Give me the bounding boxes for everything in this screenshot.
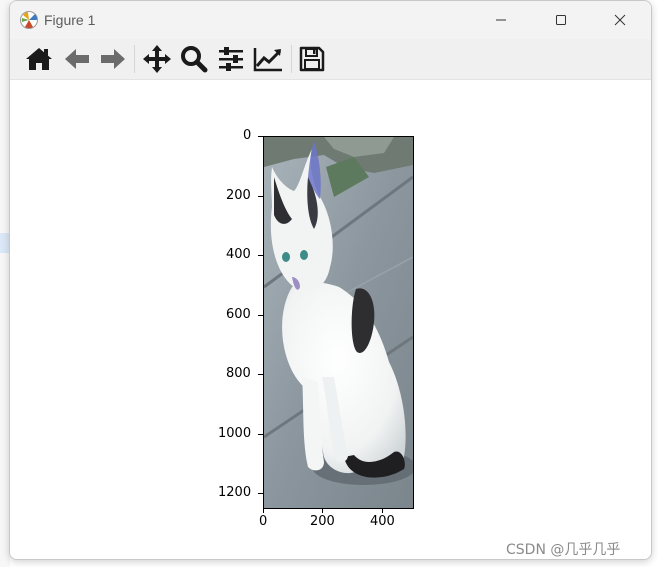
back-button[interactable] [61,43,93,75]
y-tick [258,136,263,137]
y-tick [258,196,263,197]
line-chart-icon [253,48,282,72]
y-tick [258,315,263,316]
forward-button[interactable] [97,43,129,75]
arrow-left-icon [65,49,89,69]
y-tick-label: 1200 [218,485,252,500]
close-button[interactable] [597,1,643,39]
magnifier-icon [181,46,208,73]
maximize-button[interactable] [538,1,584,39]
y-tick-label: 600 [226,307,251,322]
x-tick [263,508,264,513]
window-title: Figure 1 [44,12,96,28]
close-icon [614,14,626,26]
toolbar-separator [134,45,135,73]
arrow-right-icon [101,49,125,69]
figure-canvas[interactable]: 0 200 400 600 800 1000 1200 0 200 400 [10,80,651,559]
watermark: CSDN @几乎几乎 [506,542,621,558]
pan-button[interactable] [141,43,173,75]
y-tick-label: 200 [226,188,251,203]
y-tick-label: 800 [226,366,251,381]
kitten-image [264,137,413,508]
minimize-button[interactable] [478,1,524,39]
floppy-disk-icon [299,46,325,72]
x-tick-label: 200 [310,514,335,529]
x-tick [322,508,323,513]
x-tick-label: 0 [259,514,268,529]
edit-axes-button[interactable] [252,43,284,75]
y-tick [258,434,263,435]
sliders-icon [219,47,243,71]
navigation-toolbar [10,39,651,80]
y-tick-label: 1000 [218,426,252,441]
zoom-button[interactable] [178,43,210,75]
configure-subplots-button[interactable] [215,43,247,75]
toolbar-separator [291,45,292,73]
x-tick [382,508,383,513]
maximize-icon [556,15,566,25]
y-tick [258,493,263,494]
save-button[interactable] [296,43,328,75]
x-tick-label: 400 [370,514,395,529]
y-tick [258,255,263,256]
figure-window: Figure 1 0 200 400 600 800 1000 1200 0 2… [9,0,652,560]
matplotlib-icon [19,10,39,30]
home-icon [26,48,52,70]
image-axes[interactable] [263,136,414,509]
title-bar[interactable]: Figure 1 [10,1,651,39]
y-tick-label: 0 [243,128,252,143]
y-tick [258,374,263,375]
home-button[interactable] [23,43,55,75]
minimize-icon [496,19,506,21]
y-tick-label: 400 [226,247,251,262]
move-icon [143,45,171,73]
